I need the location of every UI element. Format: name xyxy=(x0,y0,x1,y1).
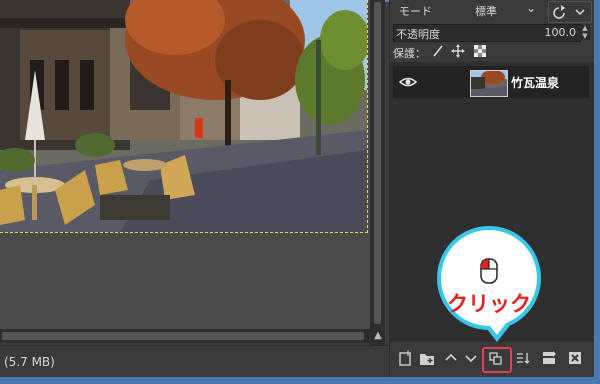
mode-row: モード 標準 ⌄ xyxy=(390,0,595,23)
lock-position-icon[interactable] xyxy=(451,44,465,58)
duplicate-layer-highlight xyxy=(482,347,512,373)
lock-label: 保護： xyxy=(393,47,426,60)
reset-arrow-icon xyxy=(553,5,585,19)
new-layer-icon[interactable] xyxy=(396,350,414,370)
raise-layer-icon[interactable] xyxy=(442,350,460,370)
horizontal-scrollbar[interactable] xyxy=(0,329,370,343)
window-bottom-border xyxy=(0,377,600,384)
callout-text: クリック xyxy=(447,292,531,316)
layers-toolbar xyxy=(390,347,595,374)
new-layer-group-icon[interactable] xyxy=(418,350,436,370)
mouse-click-icon xyxy=(480,258,498,284)
composite-mode-button[interactable] xyxy=(548,1,592,23)
navigate-corner-icon[interactable]: ▲ xyxy=(371,329,385,343)
delete-layer-icon[interactable] xyxy=(566,350,584,370)
layer-row[interactable]: 竹瓦温泉 xyxy=(393,66,589,98)
eye-visibility-icon[interactable] xyxy=(399,75,417,89)
opacity-spin-button[interactable]: ▲ ▼ xyxy=(580,24,590,40)
opacity-value: 100.0 xyxy=(544,26,577,39)
image-canvas[interactable] xyxy=(0,0,370,343)
mode-dropdown-value: 標準 xyxy=(475,5,497,18)
lock-row: 保護： xyxy=(393,44,593,60)
anchor-layer-icon[interactable] xyxy=(514,350,532,370)
status-text: (5.7 MB) xyxy=(4,355,55,369)
add-mask-icon[interactable] xyxy=(540,350,558,370)
vertical-scrollbar[interactable] xyxy=(370,0,385,345)
horizontal-scrollbar-thumb[interactable] xyxy=(2,332,364,340)
opacity-label: 不透明度 xyxy=(396,28,440,41)
lock-pixels-icon[interactable] xyxy=(431,44,445,58)
lock-alpha-icon[interactable] xyxy=(473,44,487,58)
window-right-border xyxy=(594,0,600,384)
opacity-field[interactable]: 不透明度 100.0 xyxy=(393,24,581,42)
vertical-scrollbar-thumb[interactable] xyxy=(374,2,381,324)
mode-label: モード xyxy=(399,5,432,18)
layer-name: 竹瓦温泉 xyxy=(511,76,560,90)
chevron-down-icon: ⌄ xyxy=(526,1,537,15)
status-bar: (5.7 MB) xyxy=(0,345,388,378)
layer-thumbnail xyxy=(470,70,508,97)
callout-tail-inner xyxy=(487,322,507,335)
lower-layer-icon[interactable] xyxy=(462,350,480,370)
photo-image xyxy=(0,0,368,233)
click-callout: クリック xyxy=(437,226,541,330)
mode-dropdown[interactable]: 標準 ⌄ xyxy=(470,0,540,20)
